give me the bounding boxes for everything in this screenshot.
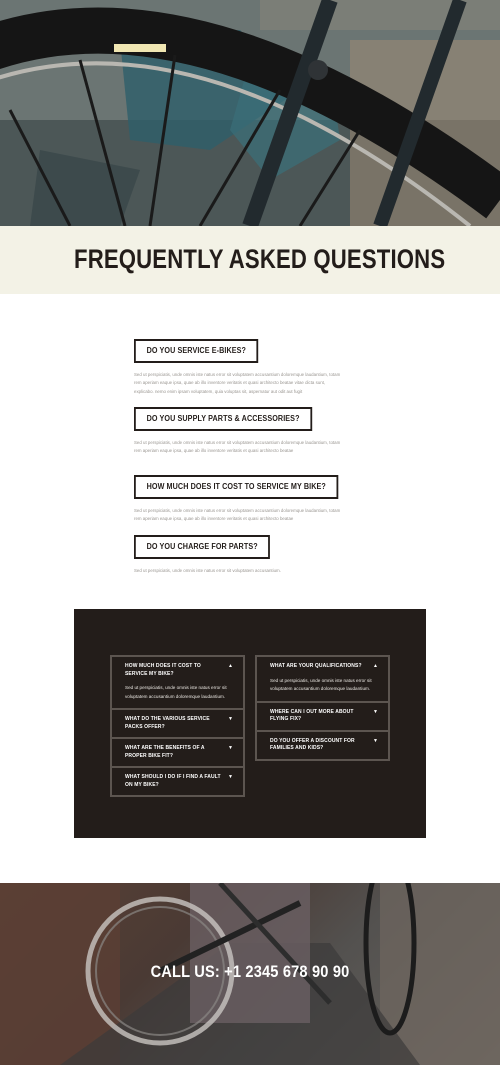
- accordion-item: WHERE CAN I OUT MORE ABOUT FLYING FIX? ▼: [255, 700, 390, 732]
- accordion-panel: HOW MUCH DOES IT COST TO SERVICE MY BIKE…: [74, 609, 426, 838]
- faq-item: DO YOU SUPPLY PARTS & ACCESSORIES? Sed u…: [134, 407, 366, 475]
- bicycle-wheel-illustration: [0, 0, 500, 226]
- accordion-question: DO YOU OFFER A DISCOUNT FOR FAMILIES AND…: [270, 737, 355, 752]
- faq-answer-line: rem aperiam eaque ipsa, quae ab illo inv…: [134, 516, 294, 522]
- chevron-down-icon[interactable]: ▼: [228, 746, 233, 751]
- page-title: FREQUENTLY ASKED QUESTIONS: [74, 244, 446, 274]
- faq-list: DO YOU SERVICE E-BIKES? Sed ut perspicia…: [134, 339, 366, 575]
- accordion-header[interactable]: DO YOU OFFER A DISCOUNT FOR FAMILIES AND…: [257, 732, 388, 759]
- accordion-header[interactable]: WHAT ARE THE BENEFITS OF A PROPER BIKE F…: [112, 739, 243, 766]
- faq-answer-line: Sed ut perspiciatis, unde omnis iste nat…: [134, 508, 341, 513]
- faq-answer-line: Sed ut perspiciatis, unde omnis iste nat…: [134, 372, 341, 377]
- faq-answer-line: explicabo. nemo enim ipsam voluptatem, q…: [134, 388, 303, 394]
- chevron-down-icon[interactable]: ▼: [373, 738, 378, 744]
- chevron-up-icon[interactable]: ▲: [373, 664, 378, 669]
- accordion-question: WHAT DO THE VARIOUS SERVICE PACKS OFFER?: [125, 716, 210, 730]
- faq-answer-line: rem aperiam eaque ipsa, quae ab illo inv…: [134, 448, 294, 454]
- faq-item: DO YOU CHARGE FOR PARTS? Sed ut perspici…: [134, 535, 366, 575]
- accordion-header[interactable]: WHAT ARE YOUR QUALIFICATIONS? ▲: [257, 657, 388, 677]
- accordion-question: WHAT SHOULD I DO IF I FIND A FAULT ON MY…: [125, 774, 221, 788]
- accordion-column-left: HOW MUCH DOES IT COST TO SERVICE MY BIKE…: [110, 655, 245, 797]
- faq-item: HOW MUCH DOES IT COST TO SERVICE MY BIKE…: [134, 475, 366, 535]
- accordion-column-right: WHAT ARE YOUR QUALIFICATIONS? ▲ Sed ut p…: [255, 655, 390, 761]
- faq-answer: Sed ut perspiciatis, unde omnis iste nat…: [134, 567, 366, 575]
- hero-image: [0, 0, 500, 226]
- accordion-item: HOW MUCH DOES IT COST TO SERVICE MY BIKE…: [110, 655, 245, 710]
- faq-answer-line: Sed ut perspiciatis, unde omnis iste nat…: [134, 568, 281, 573]
- faq-answer: Sed ut perspiciatis, unde omnis iste nat…: [134, 439, 366, 475]
- accordion-answer: Sed ut perspiciatis, unde omnis iste nat…: [270, 677, 372, 692]
- accordion-question: WHAT ARE THE BENEFITS OF A PROPER BIKE F…: [125, 745, 205, 759]
- accordion-question: WHERE CAN I OUT MORE ABOUT FLYING FIX?: [270, 708, 354, 723]
- faq-answer-line: rem aperiam eaque ipsa, quae ab illo inv…: [134, 380, 326, 386]
- accordion-item: WHAT SHOULD I DO IF I FIND A FAULT ON MY…: [110, 766, 245, 797]
- faq-answer: Sed ut perspiciatis, unde omnis iste nat…: [134, 507, 366, 535]
- accordion-header[interactable]: WHAT SHOULD I DO IF I FIND A FAULT ON MY…: [112, 768, 243, 795]
- call-us-text[interactable]: CALL US: +1 2345 678 90 90: [35, 962, 465, 982]
- chevron-down-icon[interactable]: ▼: [228, 775, 233, 780]
- chevron-down-icon[interactable]: ▼: [228, 717, 233, 722]
- accordion-question: HOW MUCH DOES IT COST TO SERVICE MY BIKE…: [125, 663, 201, 677]
- faq-question-button[interactable]: DO YOU SERVICE E-BIKES?: [134, 339, 259, 363]
- accordion-header[interactable]: WHAT DO THE VARIOUS SERVICE PACKS OFFER?…: [112, 710, 243, 737]
- faq-answer-line: Sed ut perspiciatis, unde omnis iste nat…: [134, 440, 341, 445]
- faq-question-button[interactable]: HOW MUCH DOES IT COST TO SERVICE MY BIKE…: [134, 475, 339, 499]
- faq-question-button[interactable]: DO YOU CHARGE FOR PARTS?: [134, 535, 271, 559]
- accordion-answer: Sed ut perspiciatis, unde omnis iste nat…: [125, 685, 227, 699]
- accordion-item: DO YOU OFFER A DISCOUNT FOR FAMILIES AND…: [255, 729, 390, 761]
- accordion-question: WHAT ARE YOUR QUALIFICATIONS?: [270, 663, 362, 669]
- accordion-header[interactable]: WHERE CAN I OUT MORE ABOUT FLYING FIX? ▼: [257, 703, 388, 730]
- accordion-item: WHAT DO THE VARIOUS SERVICE PACKS OFFER?…: [110, 708, 245, 739]
- chevron-down-icon[interactable]: ▼: [373, 709, 378, 715]
- accordion-item: WHAT ARE YOUR QUALIFICATIONS? ▲ Sed ut p…: [255, 655, 390, 703]
- accordion-item: WHAT ARE THE BENEFITS OF A PROPER BIKE F…: [110, 737, 245, 768]
- faq-item: DO YOU SERVICE E-BIKES? Sed ut perspicia…: [134, 339, 366, 407]
- accordion-header[interactable]: HOW MUCH DOES IT COST TO SERVICE MY BIKE…: [112, 657, 243, 684]
- faq-question-button[interactable]: DO YOU SUPPLY PARTS & ACCESSORIES?: [134, 407, 313, 431]
- chevron-up-icon[interactable]: ▲: [228, 664, 233, 669]
- faq-answer: Sed ut perspiciatis, unde omnis iste nat…: [134, 371, 366, 407]
